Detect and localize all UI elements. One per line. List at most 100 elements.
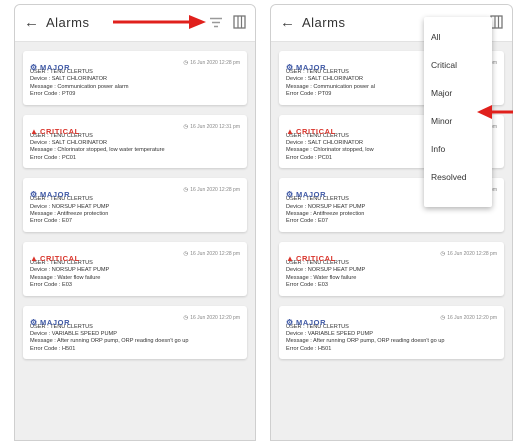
menu-item-critical[interactable]: Critical	[431, 59, 457, 71]
severity-label: ⚙ MAJOR	[30, 318, 70, 327]
gear-icon: ⚙	[30, 63, 38, 72]
map-icon[interactable]	[233, 15, 246, 29]
alarm-device: Device : NORSUP HEAT PUMP	[286, 267, 366, 274]
alarm-message: Message : After running ORP pump, ORP re…	[30, 338, 189, 345]
warning-icon: ▲	[286, 253, 295, 263]
severity-text: MAJOR	[40, 190, 71, 200]
menu-item-info[interactable]: Info	[431, 143, 445, 155]
timestamp: ◷16 Jun 2020 12:31 pm	[183, 122, 240, 132]
warning-icon: ▲	[286, 126, 295, 136]
timestamp-text: 16 Jun 2020 12:28 pm	[190, 250, 240, 257]
severity-text: MAJOR	[40, 63, 71, 72]
timestamp: ◷16 Jun 2020 12:28 pm	[183, 185, 240, 195]
alarm-error-code: Error Code : E03	[30, 282, 72, 289]
timestamp: ◷ 16 Jun 2020 12:20 pm	[440, 313, 497, 323]
warning-icon: ▲	[30, 253, 39, 263]
app-header: ← Alarms	[15, 5, 255, 42]
severity-label: ⚙ MAJOR	[286, 63, 326, 72]
gear-icon: ⚙	[286, 317, 294, 327]
alarm-error-code: Error Code : E07	[286, 218, 328, 225]
alarm-card-header: ⚙ MAJOR ◷ 16 Jun 2020 12:20 pm	[286, 312, 497, 327]
severity-text: MAJOR	[296, 190, 327, 200]
alarm-card-header: ▲CRITICAL ◷16 Jun 2020 12:31 pm	[30, 121, 240, 136]
severity-text: MAJOR	[40, 317, 71, 327]
back-arrow-icon[interactable]: ←	[24, 14, 39, 32]
severity-text: CRITICAL	[296, 126, 336, 136]
warning-icon: ▲	[30, 126, 39, 136]
menu-item-resolved[interactable]: Resolved	[431, 171, 466, 183]
alarm-message: Message : Antifreeze protection	[286, 211, 365, 218]
gear-icon: ⚙	[30, 317, 38, 327]
alarm-card-header: ⚙MAJOR ◷16 Jun 2020 12:28 pm	[30, 57, 240, 72]
severity-label: ⚙ MAJOR	[286, 318, 326, 327]
alarm-error-code: Error Code : H501	[30, 345, 76, 352]
alarm-error-code: Error Code : H501	[286, 345, 332, 352]
alarm-card[interactable]: ▲CRITICAL ◷ 16 Jun 2020 12:28 pm USER : TEN…	[279, 241, 504, 296]
back-arrow-icon[interactable]: ←	[280, 14, 295, 32]
alarm-message: Message : Water flow failure	[286, 274, 357, 281]
gear-icon: ⚙	[286, 63, 294, 72]
page-title: Alarms	[302, 15, 346, 30]
severity-text: MAJOR	[296, 63, 327, 72]
menu-item-all[interactable]: All	[431, 31, 440, 43]
clock-icon: ◷	[183, 314, 189, 321]
menu-item-minor[interactable]: Minor	[431, 115, 452, 127]
alarm-card[interactable]: ▲CRITICAL ◷ 16 Jun 2020 12:28 pm USER : TEN…	[23, 241, 247, 296]
alarm-card[interactable]: ⚙MAJOR◷16 Jun 2020 12:28 pmUSER : TENU C…	[23, 51, 247, 105]
severity-text: CRITICAL	[40, 126, 80, 136]
timestamp-text: 16 Jun 2020 12:20 pm	[447, 314, 497, 321]
severity-label: ⚙ MAJOR	[286, 190, 326, 199]
alarm-device: Device : NORSUP HEAT PUMP	[30, 267, 110, 274]
alarm-card-header: ▲CRITICAL ◷ 16 Jun 2020 12:28 pm	[30, 248, 240, 263]
alarm-message: Message : Chlorinator stopped, low water…	[30, 147, 165, 154]
annotation-arrow-icon	[113, 15, 206, 29]
alarm-error-code: Error Code : PC01	[30, 154, 77, 161]
clock-icon: ◷	[183, 60, 189, 66]
alarm-message: Message : Water flow failure	[30, 274, 101, 281]
gear-icon: ⚙	[286, 190, 294, 200]
timestamp-text: 16 Jun 2020 12:31 pm	[190, 123, 240, 130]
alarm-card[interactable]: ⚙MAJOR◷16 Jun 2020 12:28 pmUSER : TENU C…	[23, 178, 247, 232]
timestamp-text: 16 Jun 2020 12:28 pm	[190, 187, 240, 194]
menu-item-major[interactable]: Major	[431, 87, 452, 99]
severity-label: ⚙ MAJOR	[30, 63, 70, 72]
clock-icon: ◷	[440, 314, 446, 321]
clock-icon: ◷	[440, 250, 446, 257]
alarm-device: Device : SALT CHLORINATOR	[30, 76, 107, 83]
severity-label: ▲CRITICAL	[286, 127, 336, 136]
severity-label: ▲CRITICAL	[30, 127, 80, 136]
alarm-card-header: ▲CRITICAL ◷ 16 Jun 2020 12:28 pm	[286, 248, 497, 263]
annotation-arrow-icon	[477, 105, 513, 119]
severity-label: ⚙ MAJOR	[30, 190, 70, 199]
alarm-list: ⚙MAJOR◷16 Jun 2020 12:28 pmUSER : TENU C…	[23, 51, 247, 369]
alarm-card[interactable]: ⚙ MAJOR ◷ 16 Jun 2020 12:20 pm USER : TENU C…	[23, 305, 247, 360]
timestamp: ◷16 Jun 2020 12:28 pm	[183, 58, 240, 68]
alarm-card-header: ⚙MAJOR ◷16 Jun 2020 12:28 pm	[30, 184, 240, 199]
timestamp-text: 16 Jun 2020 12:28 pm	[190, 60, 240, 66]
alarm-error-code: Error Code : E07	[30, 218, 72, 225]
alarm-card[interactable]: ⚙ MAJOR ◷ 16 Jun 2020 12:20 pm USER : TENU C…	[279, 305, 504, 360]
clock-icon: ◷	[183, 250, 189, 257]
alarm-card[interactable]: ▲CRITICAL◷16 Jun 2020 12:31 pmUSER : TEN…	[23, 114, 247, 169]
alarm-card-header: ⚙ MAJOR ◷ 16 Jun 2020 12:20 pm	[30, 312, 240, 327]
alarm-message: Message : Communication power alarm	[30, 83, 129, 90]
alarm-error-code: Error Code : PT09	[30, 91, 76, 98]
severity-label: ▲CRITICAL	[286, 254, 336, 263]
timestamp: ◷16 Jun 2020 12:28 pm	[183, 249, 240, 259]
alarms-screen-left: ← Alarms ⚙ MAJOR ◷ 16 Jun 2020 12:28 pm USER…	[14, 4, 256, 441]
alarm-device: Device : SALT CHLORINATOR	[30, 140, 107, 147]
alarm-device: Device : NORSUP HEAT PUMP	[30, 203, 110, 210]
severity-text: CRITICAL	[296, 253, 336, 263]
timestamp-text: 16 Jun 2020 12:20 pm	[190, 314, 240, 321]
alarm-error-code: Error Code : E03	[286, 282, 328, 289]
timestamp-text: 16 Jun 2020 12:28 pm	[447, 250, 497, 257]
severity-text: CRITICAL	[40, 253, 80, 263]
alarm-message: Message : After running ORP pump, ORP re…	[286, 338, 445, 345]
timestamp: ◷ 16 Jun 2020 12:20 pm	[183, 313, 240, 323]
alarm-device: Device : VARIABLE SPEED PUMP	[30, 330, 117, 337]
clock-icon: ◷	[183, 187, 189, 194]
timestamp: ◷16 Jun 2020 12:28 pm	[440, 249, 497, 259]
filter-icon[interactable]	[209, 17, 223, 28]
severity-label: ▲CRITICAL	[30, 254, 80, 263]
clock-icon: ◷	[183, 123, 189, 130]
